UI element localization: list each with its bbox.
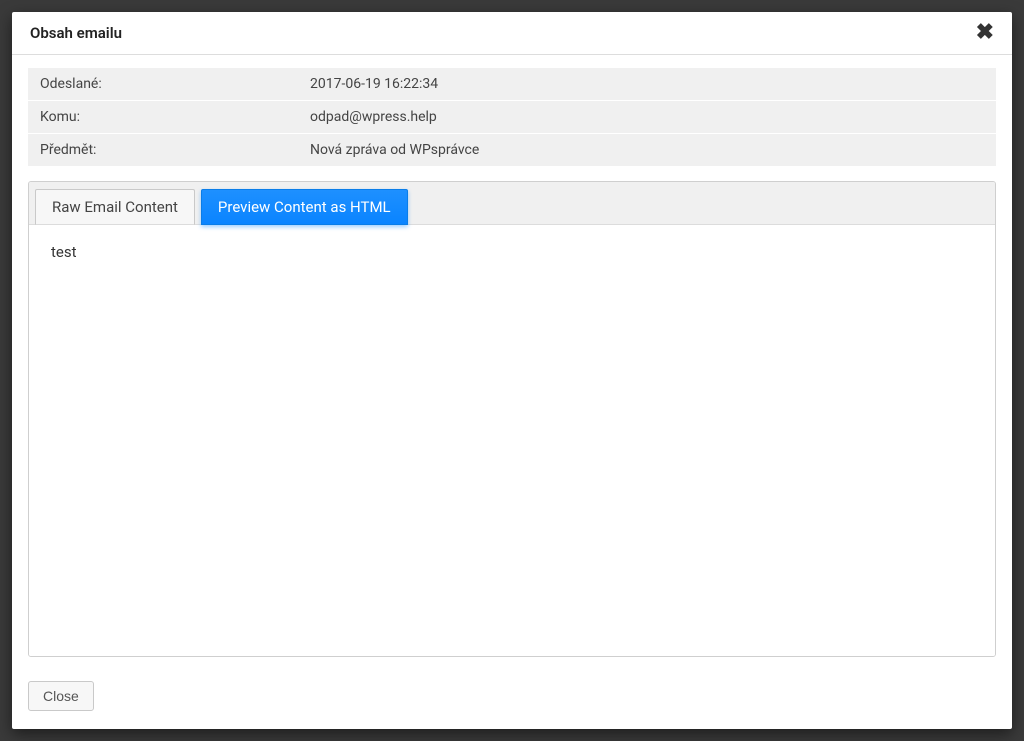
email-content-modal: Obsah emailu ✖ Odeslané: 2017-06-19 16:2… [12,12,1012,729]
modal-body: Odeslané: 2017-06-19 16:22:34 Komu: odpa… [12,55,1012,669]
modal-footer: Close [12,669,1012,729]
tab-preview-html[interactable]: Preview Content as HTML [201,189,408,225]
detail-row-to: Komu: odpad@wpress.help [28,101,996,133]
close-button[interactable]: Close [28,681,94,711]
modal-header: Obsah emailu ✖ [12,12,1012,55]
email-details-table: Odeslané: 2017-06-19 16:22:34 Komu: odpa… [28,67,996,167]
modal-title: Obsah emailu [30,24,122,42]
email-content-preview: test [29,225,995,656]
to-label: Komu: [28,101,298,133]
close-icon[interactable]: ✖ [976,22,994,44]
subject-label: Předmět: [28,134,298,166]
tabs-bar: Raw Email Content Preview Content as HTM… [29,182,995,225]
sent-value: 2017-06-19 16:22:34 [298,68,996,100]
sent-label: Odeslané: [28,68,298,100]
subject-value: Nová zpráva od WPsprávce [298,134,996,166]
to-value: odpad@wpress.help [298,101,996,133]
tab-raw-email[interactable]: Raw Email Content [35,189,195,225]
detail-row-subject: Předmět: Nová zpráva od WPsprávce [28,134,996,166]
tabs-container: Raw Email Content Preview Content as HTM… [28,181,996,657]
detail-row-sent: Odeslané: 2017-06-19 16:22:34 [28,68,996,100]
